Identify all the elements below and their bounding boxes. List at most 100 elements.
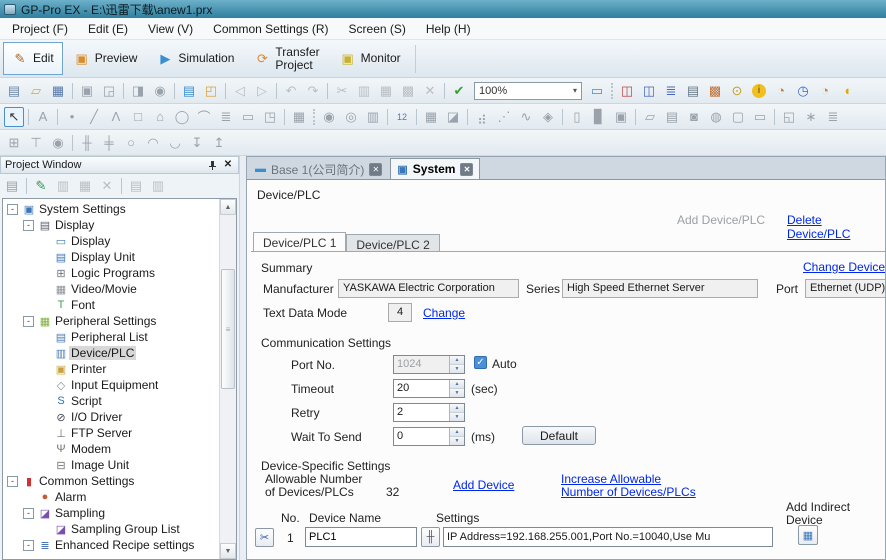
- tree-item-display[interactable]: -▤Display: [3, 217, 219, 233]
- delete-gray-icon[interactable]: ✕: [97, 176, 117, 196]
- grid-part-icon[interactable]: ▦: [421, 107, 441, 127]
- capture-icon[interactable]: ◉: [150, 81, 170, 101]
- undo-icon[interactable]: ↶: [281, 81, 301, 101]
- grid-insert-up-icon[interactable]: ↥: [209, 133, 229, 153]
- preview-button[interactable]: ▣Preview: [65, 42, 147, 75]
- expander-minus-icon[interactable]: -: [23, 540, 34, 551]
- select-tool-icon[interactable]: ↖: [4, 107, 24, 127]
- tree-item-i-o-driver[interactable]: ⊘I/O Driver: [3, 409, 219, 425]
- tree-item-logic-programs[interactable]: ⊞Logic Programs: [3, 265, 219, 281]
- date-display-part-icon[interactable]: 12: [392, 107, 412, 127]
- menu-screen[interactable]: Screen (S): [339, 19, 416, 39]
- spin-down-icon[interactable]: ▼: [450, 437, 464, 445]
- data-display-part-icon[interactable]: ▥: [363, 107, 383, 127]
- tree-item-font[interactable]: TFont: [3, 297, 219, 313]
- hand-touch-icon[interactable]: ◔: [771, 81, 791, 101]
- coil-part-icon[interactable]: ○: [121, 133, 141, 153]
- menu-help[interactable]: Help (H): [416, 19, 481, 39]
- edit-pencil-icon[interactable]: ✎: [31, 176, 51, 196]
- tree-item-script[interactable]: SScript: [3, 393, 219, 409]
- text-tool-icon[interactable]: A: [33, 107, 53, 127]
- menu-common[interactable]: Common Settings (R): [203, 19, 338, 39]
- tree-item-ftp-server[interactable]: ⊥FTP Server: [3, 425, 219, 441]
- cut-icon[interactable]: ✂: [332, 81, 352, 101]
- screen-list-icon[interactable]: ◫: [639, 81, 659, 101]
- tree-item-device-plc[interactable]: ▥Device/PLC: [3, 345, 219, 361]
- text-block-part-icon[interactable]: ▣: [611, 107, 631, 127]
- block-part-icon[interactable]: ▊: [589, 107, 609, 127]
- image-screen-tool-icon[interactable]: ◳: [260, 107, 280, 127]
- open-screen-icon[interactable]: ◰: [201, 81, 221, 101]
- copy-screens-icon[interactable]: ▩: [705, 81, 725, 101]
- change-device-plc-link[interactable]: Change Device/PLC: [803, 260, 885, 274]
- csv-export-icon[interactable]: ▤: [683, 81, 703, 101]
- operation-log-icon[interactable]: i: [749, 81, 769, 101]
- expander-minus-icon[interactable]: -: [7, 204, 18, 215]
- part-spacing-icon[interactable]: ⊞: [4, 133, 24, 153]
- tab-device-plc-1[interactable]: Device/PLC 1: [253, 232, 346, 251]
- change-link[interactable]: Change: [423, 306, 465, 320]
- bell-notify-icon[interactable]: ◖: [837, 81, 857, 101]
- tree-item-system-settings[interactable]: -▣System Settings: [3, 201, 219, 217]
- delete-icon[interactable]: ✕: [420, 81, 440, 101]
- device-tool-button[interactable]: ✂: [255, 528, 274, 547]
- new-screen-icon[interactable]: ▤: [179, 81, 199, 101]
- tree-item-display-unit[interactable]: ▤Display Unit: [3, 249, 219, 265]
- device-name-input[interactable]: [305, 527, 417, 547]
- alarm-part-icon[interactable]: ▯: [567, 107, 587, 127]
- device-settings-button[interactable]: ╫: [421, 527, 440, 547]
- t-block-part-icon[interactable]: ⊤: [26, 133, 46, 153]
- increase-allowable-link-line1[interactable]: Increase Allowable: [561, 472, 661, 486]
- scroll-down-icon[interactable]: ▼: [220, 543, 236, 559]
- dot-tool-icon[interactable]: •: [62, 107, 82, 127]
- expander-minus-icon[interactable]: -: [23, 220, 34, 231]
- open-project-icon[interactable]: ▱: [26, 81, 46, 101]
- movie-camera-part-icon[interactable]: ◙: [684, 107, 704, 127]
- spin-down-icon[interactable]: ▼: [450, 365, 464, 373]
- redo-icon[interactable]: ↷: [303, 81, 323, 101]
- tree-item-input-equipment[interactable]: ◇Input Equipment: [3, 377, 219, 393]
- add-indirect-device-button[interactable]: ▦: [798, 525, 818, 545]
- spin-up-icon[interactable]: ▲: [450, 404, 464, 413]
- scatter-graph-part-icon[interactable]: ⋰: [494, 107, 514, 127]
- polyline-tool-icon[interactable]: Λ: [106, 107, 126, 127]
- switch-part-icon[interactable]: ◉: [319, 107, 339, 127]
- paste-gray-icon[interactable]: ▦: [75, 176, 95, 196]
- line-tool-icon[interactable]: ╱: [84, 107, 104, 127]
- new-project-icon[interactable]: ▤: [4, 81, 24, 101]
- paste-icon[interactable]: ▦: [376, 81, 396, 101]
- tree-item-video-movie[interactable]: ▦Video/Movie: [3, 281, 219, 297]
- window-part-icon[interactable]: ▱: [640, 107, 660, 127]
- tab-device-plc-2[interactable]: Device/PLC 2: [346, 234, 439, 251]
- tree-item-alarm[interactable]: ●Alarm: [3, 489, 219, 505]
- tree-item-printer[interactable]: ▣Printer: [3, 361, 219, 377]
- doc-list-icon[interactable]: ▥: [148, 176, 168, 196]
- simulation-button[interactable]: ▶Simulation: [148, 42, 243, 75]
- add-device-link[interactable]: Add Device: [453, 478, 514, 492]
- rectangle-tool-icon[interactable]: □: [128, 107, 148, 127]
- pin-icon[interactable]: [207, 160, 218, 171]
- picture-part-icon[interactable]: ▭: [750, 107, 770, 127]
- expander-minus-icon[interactable]: -: [7, 476, 18, 487]
- tree-item-sampling-group-list[interactable]: ◪Sampling Group List: [3, 521, 219, 537]
- transfer-project-button[interactable]: ⟳Transfer Project: [245, 42, 328, 75]
- edit-button[interactable]: ✎Edit: [3, 42, 63, 75]
- print-preview-icon[interactable]: ◲: [99, 81, 119, 101]
- spin-down-icon[interactable]: ▼: [450, 413, 464, 421]
- grid-insert-down-icon[interactable]: ↧: [187, 133, 207, 153]
- duplicate-icon[interactable]: ▩: [398, 81, 418, 101]
- error-check-icon[interactable]: ✔: [449, 81, 469, 101]
- default-button[interactable]: Default: [522, 426, 596, 445]
- film-part-icon[interactable]: ▤: [662, 107, 682, 127]
- tree-item-peripheral-list[interactable]: ▤Peripheral List: [3, 329, 219, 345]
- contact-nc-part-icon[interactable]: ╪: [99, 133, 119, 153]
- screen-magnify-part-icon[interactable]: ◍: [706, 107, 726, 127]
- close-icon[interactable]: ✕: [460, 163, 473, 176]
- delete-device-plc-link[interactable]: Delete Device/PLC: [787, 213, 885, 241]
- transfer-screen-icon[interactable]: ◨: [128, 81, 148, 101]
- screen-doc-icon[interactable]: ▤: [2, 176, 22, 196]
- bar-graph-part-icon[interactable]: ⣴: [472, 107, 492, 127]
- security-key-icon[interactable]: ⊙: [727, 81, 747, 101]
- eraser-part-icon[interactable]: ◪: [443, 107, 463, 127]
- print-icon[interactable]: ▣: [77, 81, 97, 101]
